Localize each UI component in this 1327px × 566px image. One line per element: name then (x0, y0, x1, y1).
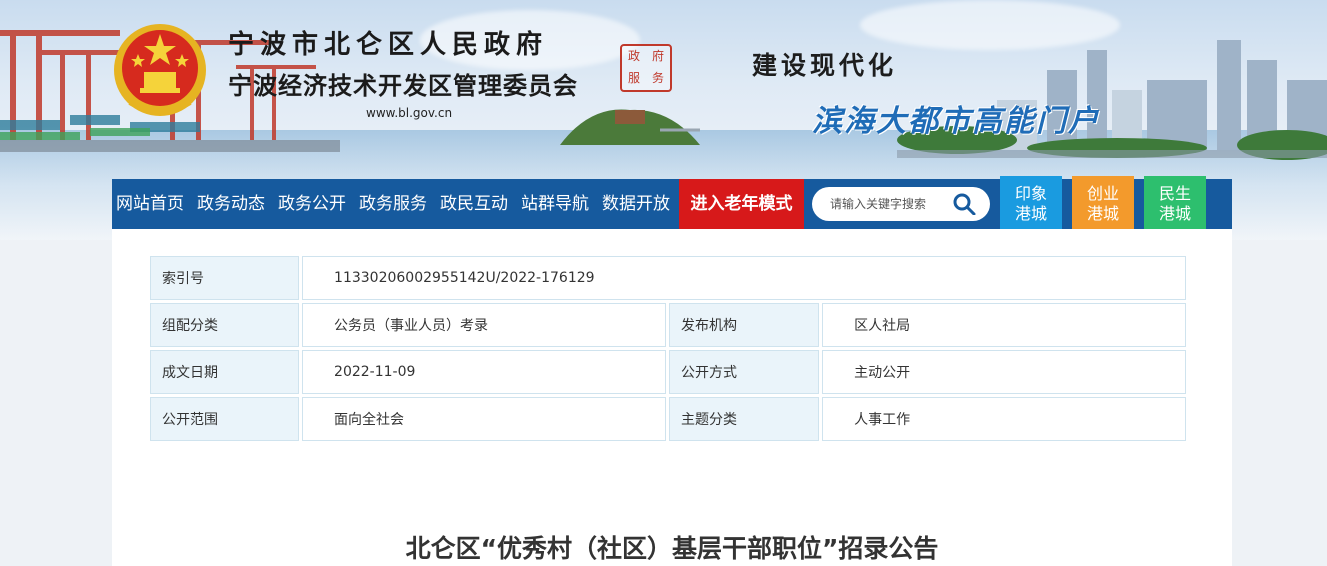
site-title-line1: 宁波市北仑区人民政府 (228, 30, 549, 60)
slogan-line1: 建设现代化 (752, 51, 898, 80)
seal-char: 服 (627, 71, 640, 85)
seal-char: 政 (627, 49, 640, 63)
nav-item-services[interactable]: 政务服务 (359, 179, 427, 229)
side-btn-label: 民生 (1158, 184, 1191, 203)
city-skyline-image (897, 40, 1327, 160)
date-label: 成文日期 (150, 350, 300, 394)
publisher-value: 区人社局 (822, 303, 1186, 347)
scope-value: 面向全社会 (302, 397, 667, 441)
category-label: 组配分类 (150, 303, 300, 347)
table-row: 组配分类 公务员（事业人员）考录 发布机构 区人社局 (150, 303, 1186, 347)
service-seal-logo: 政 府 服 务 (620, 44, 672, 92)
startup-city-button[interactable]: 创业 港城 (1072, 176, 1134, 232)
table-row: 成文日期 2022-11-09 公开方式 主动公开 (150, 350, 1186, 394)
table-row: 索引号 11330206002955142U/2022-176129 (150, 256, 1186, 300)
island-image (560, 109, 700, 145)
nav-item-open-data[interactable]: 数据开放 (602, 179, 670, 229)
nav-item-site-group[interactable]: 站群导航 (521, 179, 589, 229)
category-value: 公务员（事业人员）考录 (302, 303, 667, 347)
method-value: 主动公开 (822, 350, 1186, 394)
slogan-line2: 滨海大都市高能门户 (812, 104, 1100, 139)
nav-item-disclosure[interactable]: 政务公开 (278, 179, 346, 229)
side-btn-label: 港城 (1014, 204, 1047, 223)
nav-item-interaction[interactable]: 政民互动 (440, 179, 508, 229)
site-title-line2: 宁波经济技术开发区管理委员会 (228, 71, 578, 100)
side-btn-label: 港城 (1158, 204, 1191, 223)
impression-city-button[interactable]: 印象 港城 (1000, 176, 1062, 232)
search-input[interactable] (830, 187, 950, 221)
index-value: 11330206002955142U/2022-176129 (302, 256, 1186, 300)
seal-char: 府 (651, 49, 664, 63)
article-content: 索引号 11330206002955142U/2022-176129 组配分类 … (112, 229, 1232, 566)
article-title: 北仑区“优秀村（社区）基层干部职位”招录公告 (405, 534, 939, 563)
seal-char: 务 (651, 71, 664, 85)
publisher-label: 发布机构 (669, 303, 820, 347)
side-btn-label: 港城 (1086, 204, 1119, 223)
table-row: 公开范围 面向全社会 主题分类 人事工作 (150, 397, 1186, 441)
side-btn-label: 创业 (1086, 184, 1119, 203)
nav-item-home[interactable]: 网站首页 (116, 179, 184, 229)
method-label: 公开方式 (669, 350, 820, 394)
nav-item-news[interactable]: 政务动态 (197, 179, 265, 229)
topic-label: 主题分类 (669, 397, 820, 441)
site-url: www.bl.gov.cn (366, 106, 453, 120)
topic-value: 人事工作 (822, 397, 1186, 441)
national-emblem-icon (114, 24, 206, 116)
elder-mode-button[interactable]: 进入老年模式 (679, 179, 804, 229)
document-meta-table: 索引号 11330206002955142U/2022-176129 组配分类 … (147, 253, 1189, 444)
scope-label: 公开范围 (150, 397, 300, 441)
index-label: 索引号 (150, 256, 300, 300)
livelihood-city-button[interactable]: 民生 港城 (1144, 176, 1206, 232)
search-box (812, 187, 990, 221)
date-value: 2022-11-09 (302, 350, 667, 394)
search-icon[interactable] (952, 193, 976, 215)
side-btn-label: 印象 (1014, 184, 1047, 203)
main-nav-bar: 网站首页 政务动态 政务公开 政务服务 政民互动 站群导航 数据开放 进入老年模… (112, 179, 1232, 229)
